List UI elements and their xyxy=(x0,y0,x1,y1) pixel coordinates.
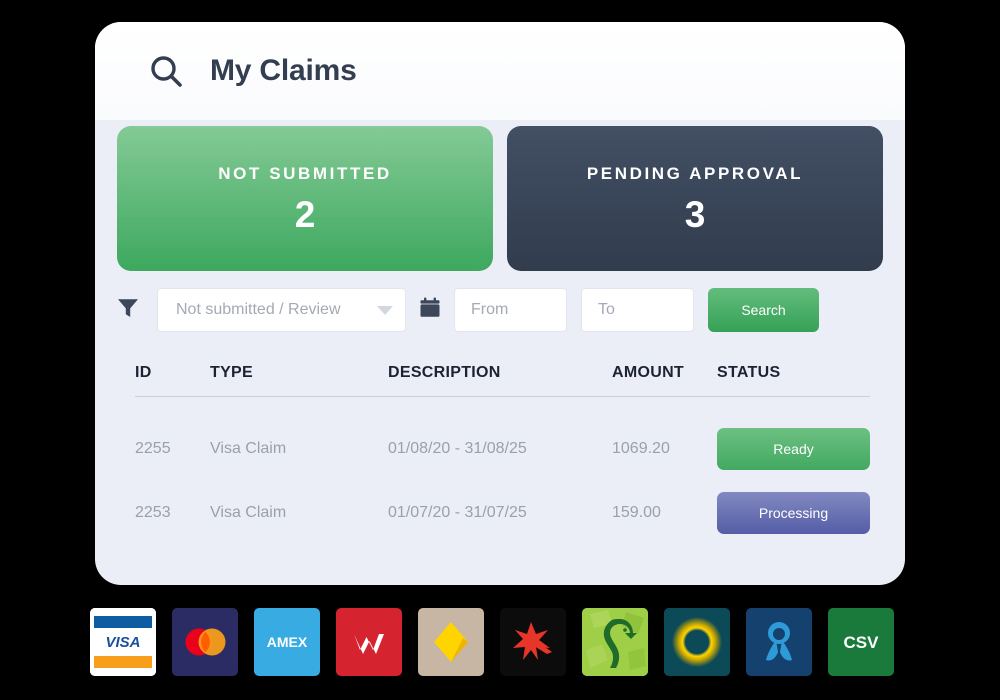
status-select-value: Not submitted / Review xyxy=(176,301,341,318)
cell-description: 01/08/20 - 31/08/25 xyxy=(388,440,527,457)
status-badge[interactable]: Processing xyxy=(717,492,870,534)
table-row[interactable]: 2253 Visa Claim 01/07/20 - 31/07/25 159.… xyxy=(135,481,870,545)
svg-text:AMEX: AMEX xyxy=(267,634,308,650)
cell-description: 01/07/20 - 31/07/25 xyxy=(388,504,527,521)
nab-logo xyxy=(500,608,566,676)
column-header-description: DESCRIPTION xyxy=(388,363,501,381)
stat-card-pending-approval[interactable]: PENDING APPROVAL 3 xyxy=(507,126,883,271)
stat-card-label: PENDING APPROVAL xyxy=(586,164,804,183)
calendar-icon[interactable] xyxy=(406,297,454,323)
column-header-id: ID xyxy=(135,363,152,381)
svg-text:CSV: CSV xyxy=(844,633,880,652)
bankwest-logo xyxy=(664,608,730,676)
stat-card-label: NOT SUBMITTED xyxy=(218,164,392,183)
cell-amount: 159.00 xyxy=(612,504,661,521)
csv-logo[interactable]: CSV xyxy=(828,608,894,676)
app-header: My Claims xyxy=(95,22,905,120)
stgeorge-logo xyxy=(582,608,648,676)
column-header-amount: AMOUNT xyxy=(612,363,685,381)
visa-logo: VISA xyxy=(90,608,156,676)
stat-card-value: 3 xyxy=(684,194,706,235)
screen-root: My Claims NOT SUBMITTED 2 PENDING APPROV… xyxy=(0,0,1000,700)
payment-logo-strip: VISA AMEX CSV xyxy=(90,608,910,676)
amex-logo: AMEX xyxy=(254,608,320,676)
search-icon[interactable] xyxy=(149,54,183,88)
westpac-logo xyxy=(336,608,402,676)
search-button[interactable]: Search xyxy=(708,288,819,332)
cell-type: Visa Claim xyxy=(210,440,287,457)
stat-cards: NOT SUBMITTED 2 PENDING APPROVAL 3 xyxy=(117,126,883,271)
cell-type: Visa Claim xyxy=(210,504,287,521)
page-title: My Claims xyxy=(210,54,357,87)
column-header-status: STATUS xyxy=(717,363,781,381)
claims-table: ID TYPE DESCRIPTION AMOUNT STATUS 2255 V… xyxy=(135,349,870,545)
mastercard-logo xyxy=(172,608,238,676)
claims-app-card: My Claims NOT SUBMITTED 2 PENDING APPROV… xyxy=(95,22,905,585)
chevron-down-icon[interactable] xyxy=(377,305,393,315)
table-header-row: ID TYPE DESCRIPTION AMOUNT STATUS xyxy=(135,349,870,397)
date-to-input[interactable] xyxy=(581,288,694,332)
stat-card-value: 2 xyxy=(294,194,316,235)
funnel-icon[interactable] xyxy=(117,297,157,324)
column-header-type: TYPE xyxy=(210,363,253,381)
date-from-input[interactable] xyxy=(454,288,567,332)
cell-status: Processing xyxy=(717,492,870,534)
stat-card-not-submitted[interactable]: NOT SUBMITTED 2 xyxy=(117,126,493,271)
svg-text:VISA: VISA xyxy=(105,634,140,651)
status-badge[interactable]: Ready xyxy=(717,428,870,470)
status-select[interactable]: Not submitted / Review xyxy=(157,288,406,332)
table-row[interactable]: 2255 Visa Claim 01/08/20 - 31/08/25 1069… xyxy=(135,417,870,481)
filter-bar: Not submitted / Review Search xyxy=(117,285,883,335)
cell-amount: 1069.20 xyxy=(612,440,670,457)
commbank-logo xyxy=(418,608,484,676)
anz-logo xyxy=(746,608,812,676)
cell-id: 2255 xyxy=(135,440,171,457)
cell-status: Ready xyxy=(717,428,870,470)
cell-id: 2253 xyxy=(135,504,171,521)
